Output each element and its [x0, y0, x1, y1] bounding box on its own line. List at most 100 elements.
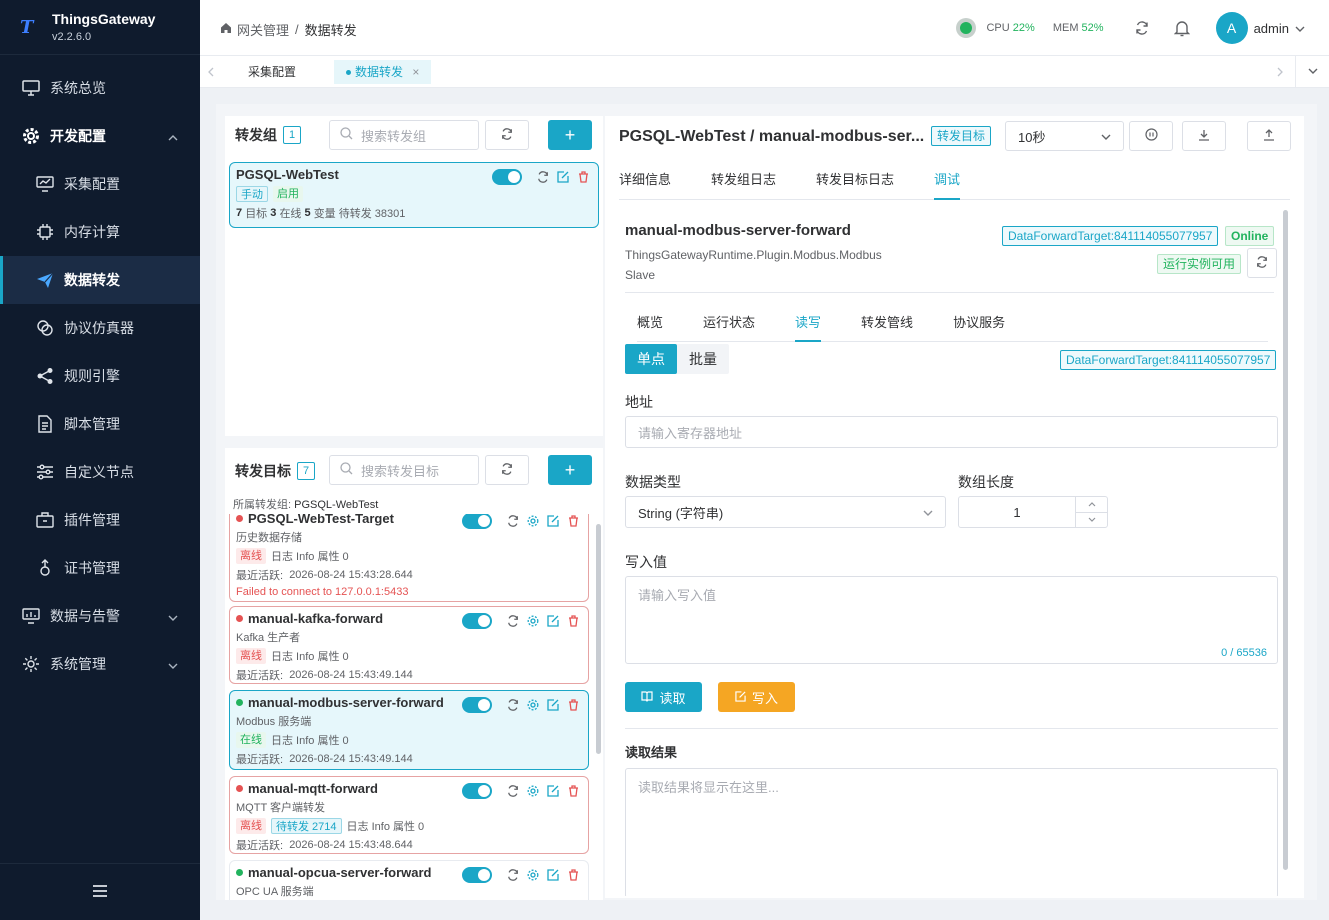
target-enable-toggle[interactable]: [462, 697, 492, 713]
target-card[interactable]: manual-opcua-server-forward OPC UA 服务端: [229, 860, 589, 900]
sidebar-collapse-button[interactable]: [0, 863, 200, 920]
chevron-left-icon[interactable]: [208, 65, 214, 80]
edit-icon[interactable]: [546, 514, 560, 528]
nav-item-certificates[interactable]: 证书管理: [0, 544, 200, 592]
close-icon[interactable]: ×: [412, 65, 419, 79]
refresh-icon[interactable]: [536, 170, 550, 184]
target-id-tag: DataForwardTarget:841114055077957: [1002, 226, 1219, 246]
group-search-input[interactable]: 搜索转发组: [329, 120, 479, 150]
subtab-overview[interactable]: 概览: [637, 304, 663, 342]
tab-collect-config[interactable]: 采集配置: [236, 60, 308, 84]
breadcrumb-root[interactable]: 网关管理: [237, 20, 289, 39]
nav-item-data-alarm[interactable]: 数据与告警: [0, 592, 200, 640]
refresh-interval-select[interactable]: 10秒: [1005, 121, 1124, 151]
settings-icon[interactable]: [526, 614, 540, 628]
delete-icon[interactable]: [576, 170, 590, 184]
app-logo[interactable]: T ThingsGateway v2.2.6.0: [0, 0, 200, 55]
settings-icon[interactable]: [526, 784, 540, 798]
edit-icon[interactable]: [546, 614, 560, 628]
chevron-down-icon[interactable]: [1076, 513, 1107, 528]
debug-scrollbar[interactable]: [1283, 210, 1288, 870]
refresh-icon[interactable]: [506, 698, 520, 712]
refresh-icon[interactable]: [506, 784, 520, 798]
tab-data-forward[interactable]: 数据转发 ×: [334, 60, 432, 84]
upload-button[interactable]: [1247, 121, 1291, 151]
group-refresh-button[interactable]: [485, 120, 529, 150]
chevron-up-icon[interactable]: [1076, 497, 1107, 513]
nav-label: 数据与告警: [50, 608, 120, 624]
write-value-textarea[interactable]: 请输入写入值 0 / 65536: [625, 576, 1278, 664]
target-enable-toggle[interactable]: [462, 783, 492, 799]
nav-item-rules[interactable]: 规则引擎: [0, 352, 200, 400]
delete-icon[interactable]: [566, 868, 580, 882]
target-card[interactable]: manual-mqtt-forward MQTT 客户端转发 离线 待转发 271…: [229, 776, 589, 854]
delete-icon[interactable]: [566, 514, 580, 528]
datatype-select[interactable]: String (字符串): [625, 496, 946, 528]
nav-item-overview[interactable]: 系统总览: [0, 64, 200, 112]
target-card[interactable]: manual-kafka-forward Kafka 生产者 离线 日志 Info…: [229, 606, 589, 684]
refresh-icon[interactable]: [506, 868, 520, 882]
target-refresh-button[interactable]: [485, 455, 529, 485]
chevron-down-icon[interactable]: [1295, 21, 1305, 36]
tab-group-log[interactable]: 转发组日志: [711, 160, 776, 200]
refresh-icon[interactable]: [506, 514, 520, 528]
settings-icon[interactable]: [526, 868, 540, 882]
subtab-protocol[interactable]: 协议服务: [953, 304, 1005, 342]
edit-icon[interactable]: [546, 784, 560, 798]
chevron-right-icon[interactable]: [1277, 65, 1283, 80]
target-list-scrollbar[interactable]: [596, 524, 601, 754]
address-input[interactable]: 请输入寄存器地址: [625, 416, 1278, 448]
target-title: manual-modbus-server-forward: [625, 222, 851, 239]
group-card[interactable]: PGSQL-WebTest 手动 启用 7 目标 3 在线 5 变量 待转发 3…: [229, 162, 599, 228]
target-enable-toggle[interactable]: [462, 613, 492, 629]
nav-item-custom-nodes[interactable]: 自定义节点: [0, 448, 200, 496]
settings-icon[interactable]: [526, 698, 540, 712]
char-counter: 0 / 65536: [1221, 647, 1267, 659]
nav-item-memory[interactable]: 内存计算: [0, 208, 200, 256]
edit-icon[interactable]: [556, 170, 570, 184]
nav-item-plugins[interactable]: 插件管理: [0, 496, 200, 544]
target-card-selected[interactable]: manual-modbus-server-forward Modbus 服务端 …: [229, 690, 589, 770]
runtime-refresh-button[interactable]: [1247, 248, 1277, 278]
delete-icon[interactable]: [566, 614, 580, 628]
tab-debug[interactable]: 调试: [934, 160, 961, 200]
pause-button[interactable]: [1129, 121, 1173, 151]
target-enable-toggle[interactable]: [462, 514, 492, 529]
tab-target-log[interactable]: 转发目标日志: [816, 160, 894, 200]
subtab-pipeline[interactable]: 转发管线: [861, 304, 913, 342]
nav-item-forward[interactable]: 数据转发: [0, 256, 200, 304]
mode-batch-button[interactable]: 批量: [677, 344, 729, 374]
settings-icon[interactable]: [526, 514, 540, 528]
refresh-icon[interactable]: [506, 614, 520, 628]
bell-icon[interactable]: [1172, 18, 1192, 38]
refresh-icon[interactable]: [1132, 18, 1152, 38]
delete-icon[interactable]: [566, 784, 580, 798]
write-button[interactable]: 写入: [718, 682, 795, 712]
add-target-button[interactable]: +: [548, 455, 592, 485]
target-card[interactable]: PGSQL-WebTest-Target 历史数据存储 离线 日志 Info 属性…: [229, 514, 589, 602]
subtab-readwrite[interactable]: 读写: [795, 304, 822, 342]
avatar[interactable]: A: [1215, 12, 1248, 44]
nav-item-simulator[interactable]: 协议仿真器: [0, 304, 200, 352]
download-button[interactable]: [1182, 121, 1226, 151]
tabs-menu-button[interactable]: [1295, 56, 1329, 87]
nav-item-collect[interactable]: 采集配置: [0, 160, 200, 208]
user-name[interactable]: admin: [1254, 21, 1289, 36]
read-result-textarea[interactable]: 读取结果将显示在这里...: [625, 768, 1278, 896]
group-enable-toggle[interactable]: [492, 169, 522, 185]
mode-single-button[interactable]: 单点: [625, 344, 677, 374]
nav-item-dev-config[interactable]: 开发配置: [0, 112, 200, 160]
add-group-button[interactable]: +: [548, 120, 592, 150]
nav-item-system[interactable]: 系统管理: [0, 640, 200, 688]
tab-details[interactable]: 详细信息: [619, 160, 671, 200]
stepper-controls: [1075, 497, 1107, 527]
nav-item-scripts[interactable]: 脚本管理: [0, 400, 200, 448]
target-enable-toggle[interactable]: [462, 867, 492, 883]
delete-icon[interactable]: [566, 698, 580, 712]
read-button[interactable]: 读取: [625, 682, 702, 712]
arraylen-stepper[interactable]: 1: [958, 496, 1108, 528]
subtab-runtime[interactable]: 运行状态: [703, 304, 755, 342]
target-search-input[interactable]: 搜索转发目标: [329, 455, 479, 485]
edit-icon[interactable]: [546, 698, 560, 712]
edit-icon[interactable]: [546, 868, 560, 882]
